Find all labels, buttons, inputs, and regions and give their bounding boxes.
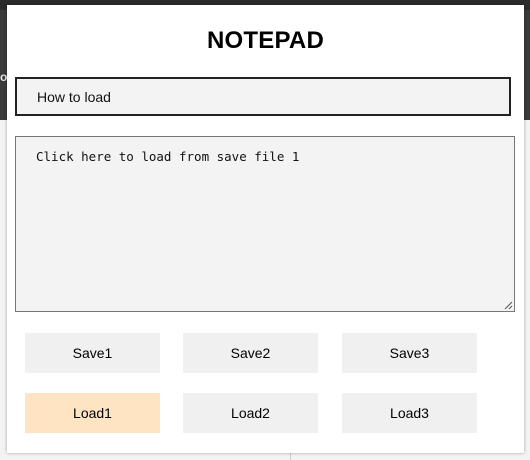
load1-button[interactable]: Load1 <box>25 393 160 433</box>
save2-button[interactable]: Save2 <box>183 333 318 373</box>
app-title: NOTEPAD <box>207 27 324 54</box>
resize-grip-icon[interactable] <box>503 300 513 310</box>
save1-button[interactable]: Save1 <box>25 333 160 373</box>
save3-button[interactable]: Save3 <box>342 333 477 373</box>
backdrop-right-panel <box>524 10 530 120</box>
notepad-popup: NOTEPAD Click here to load from save fil… <box>7 5 524 453</box>
note-name-input[interactable] <box>15 77 511 116</box>
load3-button[interactable]: Load3 <box>342 393 477 433</box>
load2-button[interactable]: Load2 <box>183 393 318 433</box>
note-textarea[interactable]: Click here to load from save file 1 <box>15 136 515 312</box>
